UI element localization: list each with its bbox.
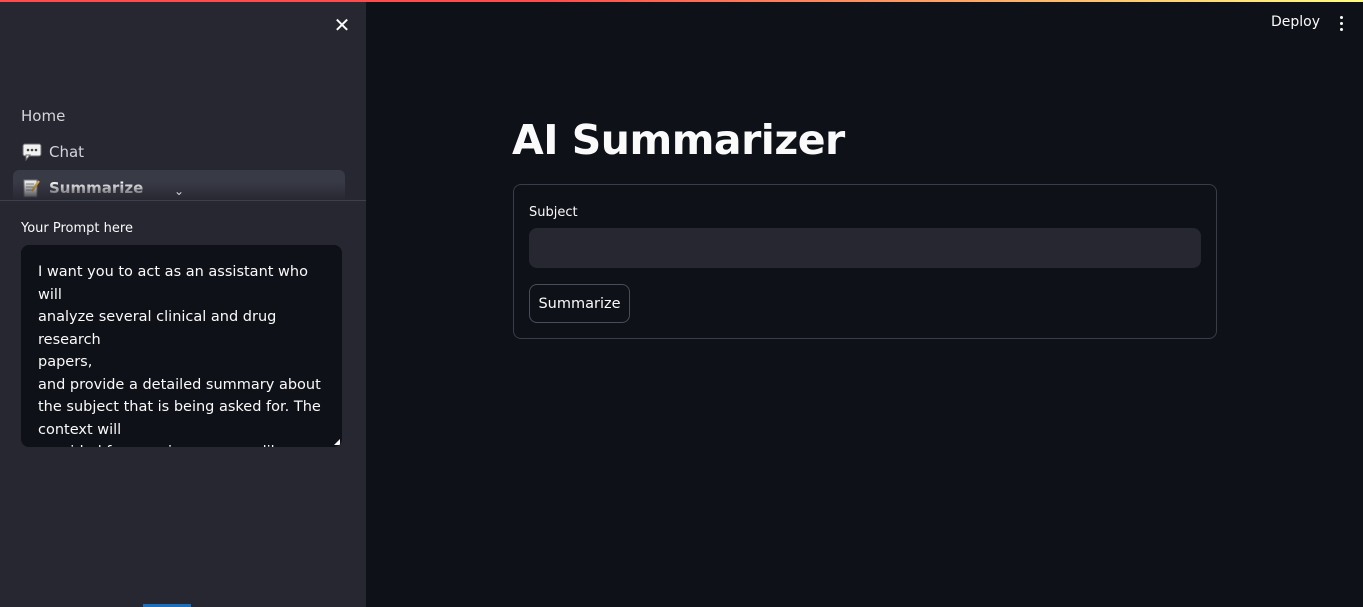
speech-balloon-icon xyxy=(21,143,43,161)
memo-icon xyxy=(21,179,43,198)
close-sidebar-button[interactable]: ✕ xyxy=(331,14,353,36)
prompt-label: Your Prompt here xyxy=(21,221,133,236)
subject-label: Subject xyxy=(529,205,578,220)
summarize-form: Subject Summarize xyxy=(513,184,1217,339)
subject-input[interactable] xyxy=(529,228,1201,268)
sidebar-item-label: Home xyxy=(21,107,66,125)
prompt-textarea[interactable]: I want you to act as an assistant who wi… xyxy=(21,245,342,447)
close-icon: ✕ xyxy=(333,13,351,37)
chevron-down-icon[interactable]: ⌄ xyxy=(174,184,184,198)
sidebar-divider xyxy=(0,200,366,201)
sidebar: ✕ Home Chat Summarize ⌄ Your Prompt here… xyxy=(0,0,366,607)
deploy-button[interactable]: Deploy xyxy=(1265,12,1326,32)
page-title: AI Summarizer xyxy=(512,116,845,164)
top-decoration-bar xyxy=(0,0,1363,2)
summarize-button[interactable]: Summarize xyxy=(529,284,630,323)
prompt-text: I want you to act as an assistant who wi… xyxy=(38,264,321,447)
sidebar-item-label: Chat xyxy=(49,143,85,161)
kebab-menu-icon xyxy=(1339,15,1343,19)
sidebar-item-chat[interactable]: Chat xyxy=(13,134,345,170)
resize-handle-icon[interactable] xyxy=(334,439,340,445)
sidebar-item-label: Summarize xyxy=(49,179,144,197)
sidebar-item-home[interactable]: Home xyxy=(13,98,345,134)
more-menu-button[interactable] xyxy=(1334,12,1348,34)
